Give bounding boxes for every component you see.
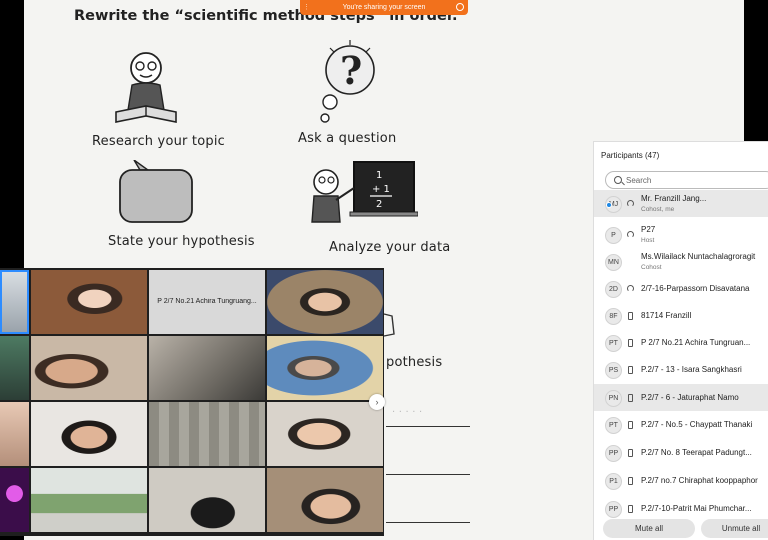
blackboard-kid-illustration: 1 + 1 2 <box>311 161 418 223</box>
video-tile[interactable] <box>267 336 383 400</box>
step-analyze-label: Analyze your data <box>329 240 451 255</box>
phone-icon <box>628 449 633 457</box>
headset-icon <box>627 200 634 207</box>
participant-name: P.2/7 - 13 - Isara Sangkhasri <box>641 365 742 374</box>
video-tile[interactable] <box>31 336 147 400</box>
answer-line-2 <box>386 474 470 475</box>
participant-name: Mr. Franzill Jang... <box>641 194 707 203</box>
participant-name: Ms.Wilailack Nuntachalagroragit <box>641 252 756 261</box>
participant-name: P.2/7 No. 8 Teerapat Padungt... <box>641 448 752 457</box>
answer-line-1 <box>386 426 470 427</box>
video-tile[interactable] <box>149 402 265 466</box>
avatar: MN <box>605 254 622 271</box>
svg-text:+ 1: + 1 <box>372 184 390 195</box>
participant-role: Host <box>641 237 655 244</box>
participant-row[interactable]: MJ Mr. Franzill Jang... Cohost, me <box>594 190 768 217</box>
participant-row[interactable]: 8F 81714 Franzill <box>594 302 768 329</box>
participant-name: P 2/7 No.21 Achira Tungruan... <box>641 338 751 347</box>
participant-row[interactable]: 2D 2/7-16-Parpassorn Disavatana <box>594 275 768 302</box>
video-tile[interactable] <box>267 468 383 532</box>
phone-icon <box>628 505 633 513</box>
headset-icon <box>627 231 634 238</box>
video-tile[interactable] <box>149 468 265 532</box>
avatar: PT <box>605 417 622 434</box>
svg-text:2: 2 <box>376 199 382 210</box>
step-hypothesis-label: State your hypothesis <box>108 234 255 249</box>
participant-name: P.2/7 - No.5 - Chaypatt Thanaki <box>641 420 753 429</box>
mute-all-button[interactable]: Mute all <box>603 519 695 538</box>
svg-text:?: ? <box>340 48 362 93</box>
phone-icon <box>628 394 633 402</box>
video-tile[interactable] <box>0 336 29 400</box>
video-tile[interactable] <box>267 402 383 466</box>
drag-handle-icon[interactable]: ⋮ <box>303 3 310 11</box>
video-gallery: P 2/7 No.21 Achira Tungruang... <box>0 268 384 536</box>
phone-icon <box>628 421 633 429</box>
participant-role: Cohost <box>641 264 662 271</box>
participant-row[interactable]: MN Ms.Wilailack Nuntachalagroragit Cohost <box>594 248 768 275</box>
sharing-banner-text: You're sharing your screen <box>342 4 426 11</box>
participant-role: Cohost, me <box>641 206 675 213</box>
video-tile-name-only[interactable]: P 2/7 No.21 Achira Tungruang... <box>149 270 265 334</box>
step-research-label: Research your topic <box>92 134 225 149</box>
participant-row[interactable]: P1 P.2/7 no.7 Chiraphat kooppaphor <box>594 467 768 494</box>
answer-line-3 <box>386 522 470 523</box>
step-hypothesis-partial-label: pothesis <box>386 355 443 370</box>
reading-kid-illustration <box>115 52 177 123</box>
avatar: PN <box>605 390 622 407</box>
participant-name: 81714 Franzill <box>641 311 692 320</box>
participant-row[interactable]: PP P.2/7-10-Patrit Mai Phumchar... <box>594 495 768 522</box>
svg-text:1: 1 <box>376 170 382 181</box>
participant-row[interactable]: PT P.2/7 - No.5 - Chaypatt Thanaki <box>594 411 768 438</box>
video-tile[interactable] <box>0 402 29 466</box>
participant-search[interactable] <box>605 171 768 189</box>
video-tile[interactable] <box>0 270 29 334</box>
participant-name: P27 <box>641 225 656 234</box>
avatar: PS <box>605 362 622 379</box>
video-tile[interactable] <box>149 336 265 400</box>
phone-icon <box>628 477 633 485</box>
video-tile[interactable] <box>31 468 147 532</box>
participants-title: Participants (47) <box>601 151 660 160</box>
question-mark-illustration: ? <box>320 40 375 123</box>
avatar: 2D <box>605 281 622 298</box>
stop-sharing-icon[interactable] <box>456 3 464 11</box>
video-tile[interactable] <box>31 402 147 466</box>
participant-name: P.2/7 - 6 - Jaturaphat Namo <box>641 393 739 402</box>
phone-icon <box>628 312 633 320</box>
video-tile[interactable] <box>267 270 383 334</box>
avatar: PP <box>605 501 622 518</box>
participant-name: P.2/7 no.7 Chiraphat kooppaphor <box>641 476 758 485</box>
participant-row[interactable]: PP P.2/7 No. 8 Teerapat Padungt... <box>594 439 768 466</box>
search-input[interactable] <box>626 175 766 186</box>
participants-panel: Participants (47) MJMr. Franzill Jang...… <box>593 141 768 540</box>
participant-row[interactable]: P P27 Host <box>594 221 768 248</box>
headset-icon <box>627 285 634 292</box>
avatar: P1 <box>605 473 622 490</box>
search-icon <box>614 176 622 184</box>
participant-row[interactable]: PT P 2/7 No.21 Achira Tungruan... <box>594 329 768 356</box>
participant-name: 2/7-16-Parpassorn Disavatana <box>641 284 750 293</box>
partial-figure <box>383 313 395 337</box>
video-tile[interactable] <box>31 270 147 334</box>
unmute-all-button[interactable]: Unmute all <box>701 519 768 538</box>
avatar: 8F <box>605 308 622 325</box>
avatar: PP <box>605 445 622 462</box>
avatar: P <box>605 227 622 244</box>
sharing-banner[interactable]: ⋮ You're sharing your screen <box>300 0 468 15</box>
participant-name-label: P 2/7 No.21 Achira Tungruang... <box>157 298 257 305</box>
video-tile[interactable] <box>0 468 29 532</box>
participant-name: P.2/7-10-Patrit Mai Phumchar... <box>641 504 752 513</box>
phone-icon <box>628 366 633 374</box>
next-page-chevron-icon[interactable]: › <box>369 394 385 410</box>
participant-row[interactable]: PS P.2/7 - 13 - Isara Sangkhasri <box>594 356 768 383</box>
speech-bubble-illustration <box>119 160 193 223</box>
faint-text: . . . . . <box>392 404 423 415</box>
screen: Rewrite the “scientific method steps” in… <box>0 0 768 540</box>
avatar: PT <box>605 335 622 352</box>
participant-row[interactable]: PN P.2/7 - 6 - Jaturaphat Namo <box>594 384 768 411</box>
phone-icon <box>628 339 633 347</box>
step-question-label: Ask a question <box>298 131 397 146</box>
video-status-icon <box>606 202 612 208</box>
